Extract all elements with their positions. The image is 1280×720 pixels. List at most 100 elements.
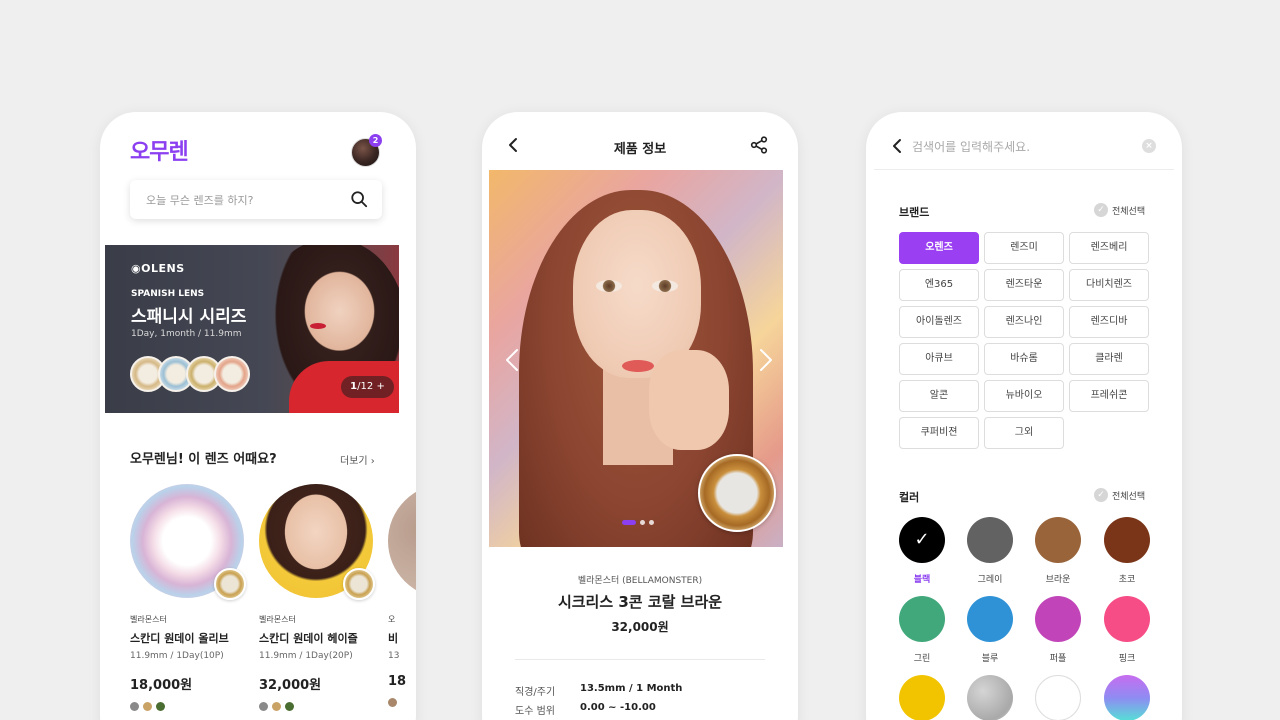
divider	[874, 169, 1174, 170]
banner-lens-images	[130, 356, 250, 392]
product-spec: 11.9mm / 1Day(20P)	[259, 651, 353, 661]
back-icon[interactable]	[890, 138, 904, 154]
product-card[interactable]: 오 비 13 18	[388, 484, 416, 707]
banner-spec: 1Day, 1month / 11.9mm	[131, 329, 242, 339]
color-swatch-label: 초코	[1118, 575, 1136, 585]
color-swatch-circle[interactable]	[1104, 596, 1150, 642]
color-swatch-label: 핑크	[1118, 654, 1136, 664]
product-name: 시크리스 3콘 코랄 브라운	[557, 593, 723, 611]
product-lens-thumb	[214, 568, 246, 600]
spec-value: 13.5mm / 1 Month	[580, 683, 683, 694]
color-swatch-circle[interactable]	[1104, 517, 1150, 563]
spec-label: 직경/주기	[515, 687, 556, 698]
check-icon: ✓	[1094, 488, 1108, 502]
product-image	[388, 484, 416, 598]
color-swatch-label: 그레이	[977, 575, 1003, 585]
color-swatch-selected[interactable]: ✓	[899, 517, 945, 563]
color-dot	[272, 702, 281, 711]
brand-chip[interactable]: 렌즈디바	[1069, 306, 1149, 338]
check-icon: ✓	[1094, 203, 1108, 217]
next-arrow-icon[interactable]	[759, 348, 773, 372]
color-swatch[interactable]: 퍼플	[1035, 596, 1081, 664]
color-swatch[interactable]: 초코	[1104, 517, 1150, 585]
product-price: 32,000원	[259, 678, 322, 693]
color-swatch[interactable]: ✓ 블랙	[899, 517, 945, 585]
notification-badge: 2	[369, 134, 382, 147]
search-icon[interactable]	[350, 190, 368, 208]
brand-chip[interactable]: 쿠퍼비젼	[899, 417, 979, 449]
color-section-label: 컬러	[899, 491, 920, 504]
brand-chip[interactable]: 렌즈나인	[984, 306, 1064, 338]
product-brand: 벨라몬스터	[259, 615, 296, 624]
brand-section-label: 브랜드	[899, 206, 930, 219]
brand-chip[interactable]: 프레쉬콘	[1069, 380, 1149, 412]
color-swatch-circle[interactable]	[1035, 517, 1081, 563]
color-swatch-circle[interactable]	[899, 596, 945, 642]
filter-screen: 검색어를 입력해주세요. × 브랜드 ✓ 전체선택 오렌즈 렌즈미 렌즈베리엔365…	[866, 112, 1182, 720]
brand-chip[interactable]: 아큐브	[899, 343, 979, 375]
color-select-all[interactable]: ✓ 전체선택	[1094, 488, 1145, 502]
color-dot	[388, 698, 397, 707]
product-card[interactable]: 벨라몬스터 스칸디 원데이 올리브 11.9mm / 1Day(10P) 18,…	[130, 484, 248, 711]
color-dot	[143, 702, 152, 711]
color-swatch[interactable]	[1104, 675, 1150, 720]
app-logo[interactable]: 오무렌	[130, 134, 189, 166]
color-swatch-circle[interactable]	[1104, 675, 1150, 720]
banner-model-lips	[310, 323, 326, 329]
brand-chip[interactable]: 렌즈미	[984, 232, 1064, 264]
brand-chip[interactable]: 클라렌	[1069, 343, 1149, 375]
color-swatch[interactable]: 그린	[899, 596, 945, 664]
color-dot	[285, 702, 294, 711]
prev-arrow-icon[interactable]	[505, 348, 519, 372]
color-swatch-label: 그린	[913, 654, 931, 664]
color-swatch[interactable]: 브라운	[1035, 517, 1081, 585]
brand-chip[interactable]: 렌즈베리	[1069, 232, 1149, 264]
color-options	[259, 702, 377, 711]
color-swatch[interactable]	[1035, 675, 1081, 720]
color-swatch-circle[interactable]	[967, 517, 1013, 563]
color-swatch[interactable]	[967, 675, 1013, 720]
color-swatch-label: 블랙	[913, 575, 931, 585]
color-swatch[interactable]: 블루	[967, 596, 1013, 664]
brand-chip[interactable]: 알콘	[899, 380, 979, 412]
brand-chip[interactable]: 렌즈타운	[984, 269, 1064, 301]
color-swatch-circle[interactable]	[967, 596, 1013, 642]
carousel-pager	[622, 520, 654, 525]
product-card[interactable]: 벨라몬스터 스칸디 원데이 헤이즐 11.9mm / 1Day(20P) 32,…	[259, 484, 377, 711]
search-bar[interactable]: 오늘 무슨 렌즈를 하지?	[130, 180, 382, 219]
brand-select-all[interactable]: ✓ 전체선택	[1094, 203, 1145, 217]
clear-icon[interactable]: ×	[1142, 139, 1156, 153]
color-swatch-circle[interactable]	[899, 675, 945, 720]
spec-label: 도수 범위	[515, 706, 555, 717]
brand-chip[interactable]: 다비치렌즈	[1069, 269, 1149, 301]
pager-dot[interactable]	[640, 520, 645, 525]
banner-counter[interactable]: 1/12 +	[341, 376, 394, 398]
pager-dot[interactable]	[649, 520, 654, 525]
recommend-title: 오무렌님! 이 렌즈 어때요?	[130, 452, 277, 467]
brand-chip[interactable]: 오렌즈	[899, 232, 979, 264]
promo-banner[interactable]: ◉OLENS SPANISH LENS 스패니시 시리즈 1Day, 1mont…	[105, 245, 399, 413]
color-swatch[interactable]: 그레이	[967, 517, 1013, 585]
brand-chip[interactable]: 엔365	[899, 269, 979, 301]
share-icon[interactable]	[750, 136, 768, 154]
search-input[interactable]: 검색어를 입력해주세요.	[912, 138, 1030, 155]
color-swatch-circle[interactable]	[1035, 675, 1081, 720]
color-swatch-circle[interactable]	[967, 675, 1013, 720]
color-swatch-label: 브라운	[1045, 575, 1071, 585]
more-link[interactable]: 더보기 ›	[340, 452, 375, 467]
banner-lens	[214, 356, 250, 392]
product-name: 비	[388, 632, 399, 645]
brand-chip[interactable]: 그외	[984, 417, 1064, 449]
brand-chip[interactable]: 아이돌렌즈	[899, 306, 979, 338]
spec-value: 0.00 ~ -10.00	[580, 702, 656, 713]
product-brand: 벨라몬스터 (BELLAMONSTER)	[577, 576, 703, 586]
color-swatch[interactable]: 핑크	[1104, 596, 1150, 664]
pager-dot-active[interactable]	[622, 520, 636, 525]
color-swatch-circle[interactable]	[1035, 596, 1081, 642]
color-swatch[interactable]	[899, 675, 945, 720]
product-image-carousel[interactable]	[489, 170, 783, 547]
brand-chip[interactable]: 바슈롬	[984, 343, 1064, 375]
home-screen: 오무렌 2 오늘 무슨 렌즈를 하지? ◉OLENS SPANISH LENS …	[100, 112, 416, 720]
brand-chip[interactable]: 뉴바이오	[984, 380, 1064, 412]
product-brand: 벨라몬스터	[130, 615, 167, 624]
